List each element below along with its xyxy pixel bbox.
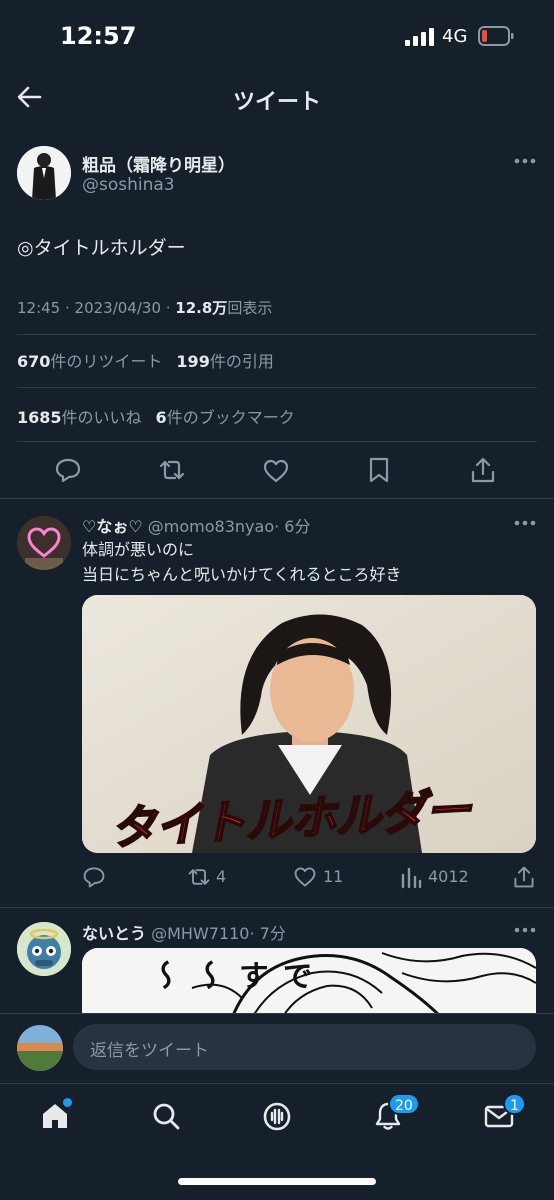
character-avatar-icon	[17, 922, 71, 976]
views-count: 4012	[428, 867, 469, 886]
retweet-icon[interactable]	[158, 456, 186, 484]
more-options-icon[interactable]	[514, 158, 536, 164]
like-heart-icon[interactable]	[262, 457, 290, 485]
reply-media-image[interactable]: タイトルホルダー	[82, 595, 536, 853]
notifications-badge: 20	[388, 1093, 420, 1115]
network-label: 4G	[442, 26, 468, 47]
reply-time: · 6分	[274, 517, 311, 536]
page-title: ツイート	[232, 90, 321, 115]
divider	[17, 387, 537, 388]
more-options-icon[interactable]	[514, 927, 536, 933]
views-label: 回表示	[227, 299, 273, 317]
reply-header: ないとう @MHW7110· 7分	[82, 920, 286, 944]
reply-text-line: 当日にちゃんと呪いかけてくれるところ好き	[82, 565, 402, 584]
author-handle[interactable]: @soshina3	[82, 175, 175, 195]
views-chart-icon[interactable]	[400, 865, 422, 889]
like-bookmark-stats[interactable]: 1685件のいいね 6件のブックマーク	[17, 404, 295, 428]
bookmarks-count: 6	[155, 408, 167, 427]
more-options-icon[interactable]	[514, 520, 536, 526]
like-count: 11	[323, 867, 344, 886]
divider	[17, 334, 537, 335]
share-icon[interactable]	[469, 456, 497, 484]
section-divider	[0, 907, 554, 908]
reply-header: ♡なぉ♡ @momo83nyao· 6分	[82, 513, 310, 537]
retweets-count: 670	[17, 352, 51, 371]
reply-input-placeholder: 返信をツイート	[90, 1041, 209, 1061]
share-icon[interactable]	[512, 865, 536, 889]
bookmark-icon[interactable]	[365, 456, 393, 484]
manga-text: です～～	[145, 960, 312, 990]
likes-label: 件のいいね	[61, 408, 142, 427]
reply-avatar[interactable]	[17, 516, 71, 570]
reply-author-name[interactable]: ないとう	[82, 924, 146, 943]
reply-icon[interactable]	[82, 865, 106, 889]
reply-text-line: 体調が悪いのに	[82, 540, 195, 559]
heart-neon-icon	[17, 516, 71, 570]
retweets-label: 件のリツイート	[50, 352, 163, 371]
signal-icon	[405, 28, 434, 46]
author-avatar[interactable]	[17, 146, 71, 200]
author-name[interactable]: 粗品（霜降り明星）	[82, 151, 235, 176]
landscape-avatar-icon	[17, 1025, 63, 1071]
retweet-quote-stats[interactable]: 670件のリツイート 199件の引用	[17, 348, 274, 372]
reply-text: 体調が悪いのに 当日にちゃんと呪いかけてくれるところ好き	[82, 537, 402, 587]
likes-count: 1685	[17, 408, 62, 427]
home-new-dot	[61, 1096, 74, 1109]
section-divider	[0, 498, 554, 499]
tweet-time: 12:45 · 2023/04/30 ·	[17, 299, 176, 317]
search-icon[interactable]	[150, 1100, 182, 1132]
bookmarks-label: 件のブックマーク	[166, 408, 295, 427]
home-indicator	[178, 1178, 376, 1185]
messages-badge: 1	[503, 1093, 526, 1115]
quotes-label: 件の引用	[209, 352, 274, 371]
reply-icon[interactable]	[54, 456, 82, 484]
reply-media-image[interactable]: です～～	[82, 948, 536, 1018]
reply-avatar[interactable]	[17, 922, 71, 976]
retweet-icon[interactable]	[187, 865, 211, 889]
person-icon	[17, 146, 71, 200]
reply-time: · 7分	[249, 924, 286, 943]
divider	[17, 441, 537, 442]
quotes-count: 199	[176, 352, 210, 371]
tweet-meta: 12:45 · 2023/04/30 · 12.8万回表示	[17, 297, 272, 318]
reply-author-handle[interactable]: @momo83nyao	[148, 517, 274, 536]
reply-author-name[interactable]: ♡なぉ♡	[82, 517, 143, 536]
spaces-icon[interactable]	[261, 1100, 293, 1132]
views-count: 12.8万	[175, 299, 228, 317]
tweet-text: ◎タイトルホルダー	[17, 237, 186, 259]
retweet-count: 4	[216, 867, 227, 886]
reply-author-handle[interactable]: @MHW7110	[151, 924, 249, 943]
battery-icon	[478, 26, 514, 46]
status-time: 12:57	[60, 22, 137, 50]
like-heart-icon[interactable]	[293, 865, 317, 889]
user-avatar[interactable]	[17, 1025, 63, 1071]
